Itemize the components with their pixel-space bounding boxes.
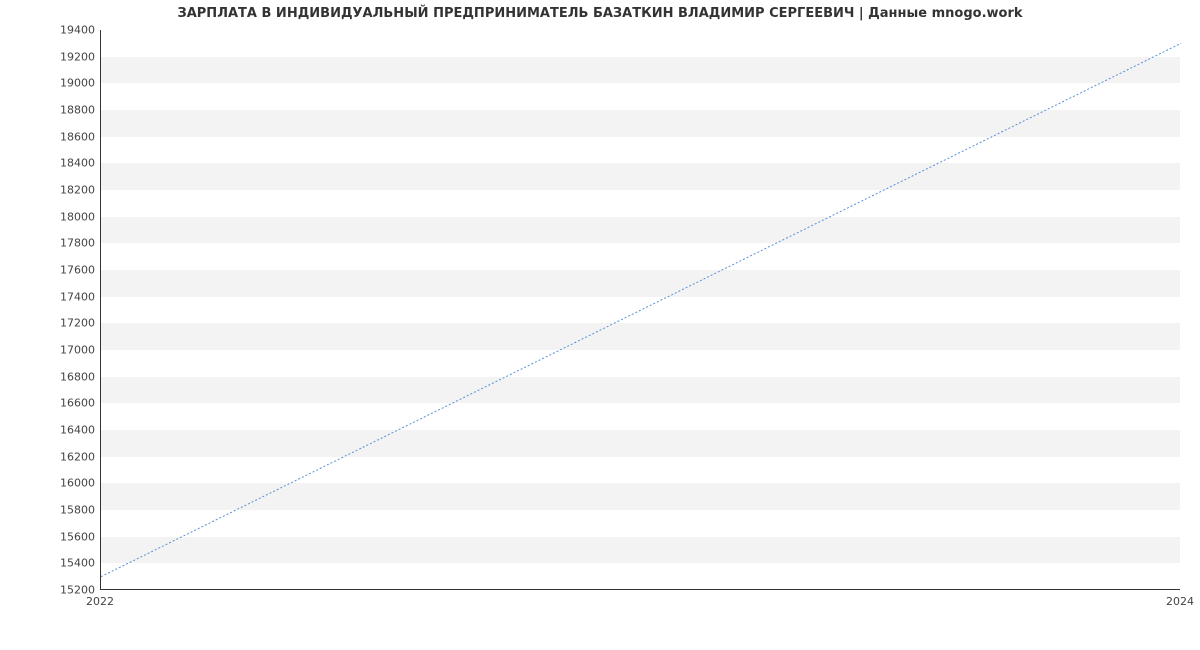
y-tick-label: 15800 — [5, 504, 95, 517]
y-tick-label: 19000 — [5, 77, 95, 90]
series-layer — [101, 30, 1180, 589]
chart-title: ЗАРПЛАТА В ИНДИВИДУАЛЬНЫЙ ПРЕДПРИНИМАТЕЛ… — [0, 6, 1200, 21]
y-tick-label: 19400 — [5, 24, 95, 37]
y-tick-label: 17400 — [5, 290, 95, 303]
y-tick-label: 15600 — [5, 530, 95, 543]
y-tick-label: 15200 — [5, 584, 95, 597]
y-tick-label: 15400 — [5, 557, 95, 570]
series-line — [101, 43, 1181, 576]
chart-container: ЗАРПЛАТА В ИНДИВИДУАЛЬНЫЙ ПРЕДПРИНИМАТЕЛ… — [0, 0, 1200, 650]
plot-area — [100, 30, 1180, 590]
y-tick-label: 17600 — [5, 264, 95, 277]
y-tick-label: 17000 — [5, 344, 95, 357]
y-tick-label: 16600 — [5, 397, 95, 410]
y-tick-label: 18600 — [5, 130, 95, 143]
x-tick-label: 2024 — [1166, 595, 1194, 608]
y-tick-label: 17800 — [5, 237, 95, 250]
y-tick-label: 18000 — [5, 210, 95, 223]
y-tick-label: 17200 — [5, 317, 95, 330]
y-tick-label: 18800 — [5, 104, 95, 117]
x-tick-label: 2022 — [86, 595, 114, 608]
y-tick-label: 16000 — [5, 477, 95, 490]
y-tick-label: 18400 — [5, 157, 95, 170]
y-tick-label: 18200 — [5, 184, 95, 197]
y-tick-label: 16200 — [5, 450, 95, 463]
y-tick-label: 16400 — [5, 424, 95, 437]
y-tick-label: 16800 — [5, 370, 95, 383]
y-tick-label: 19200 — [5, 50, 95, 63]
